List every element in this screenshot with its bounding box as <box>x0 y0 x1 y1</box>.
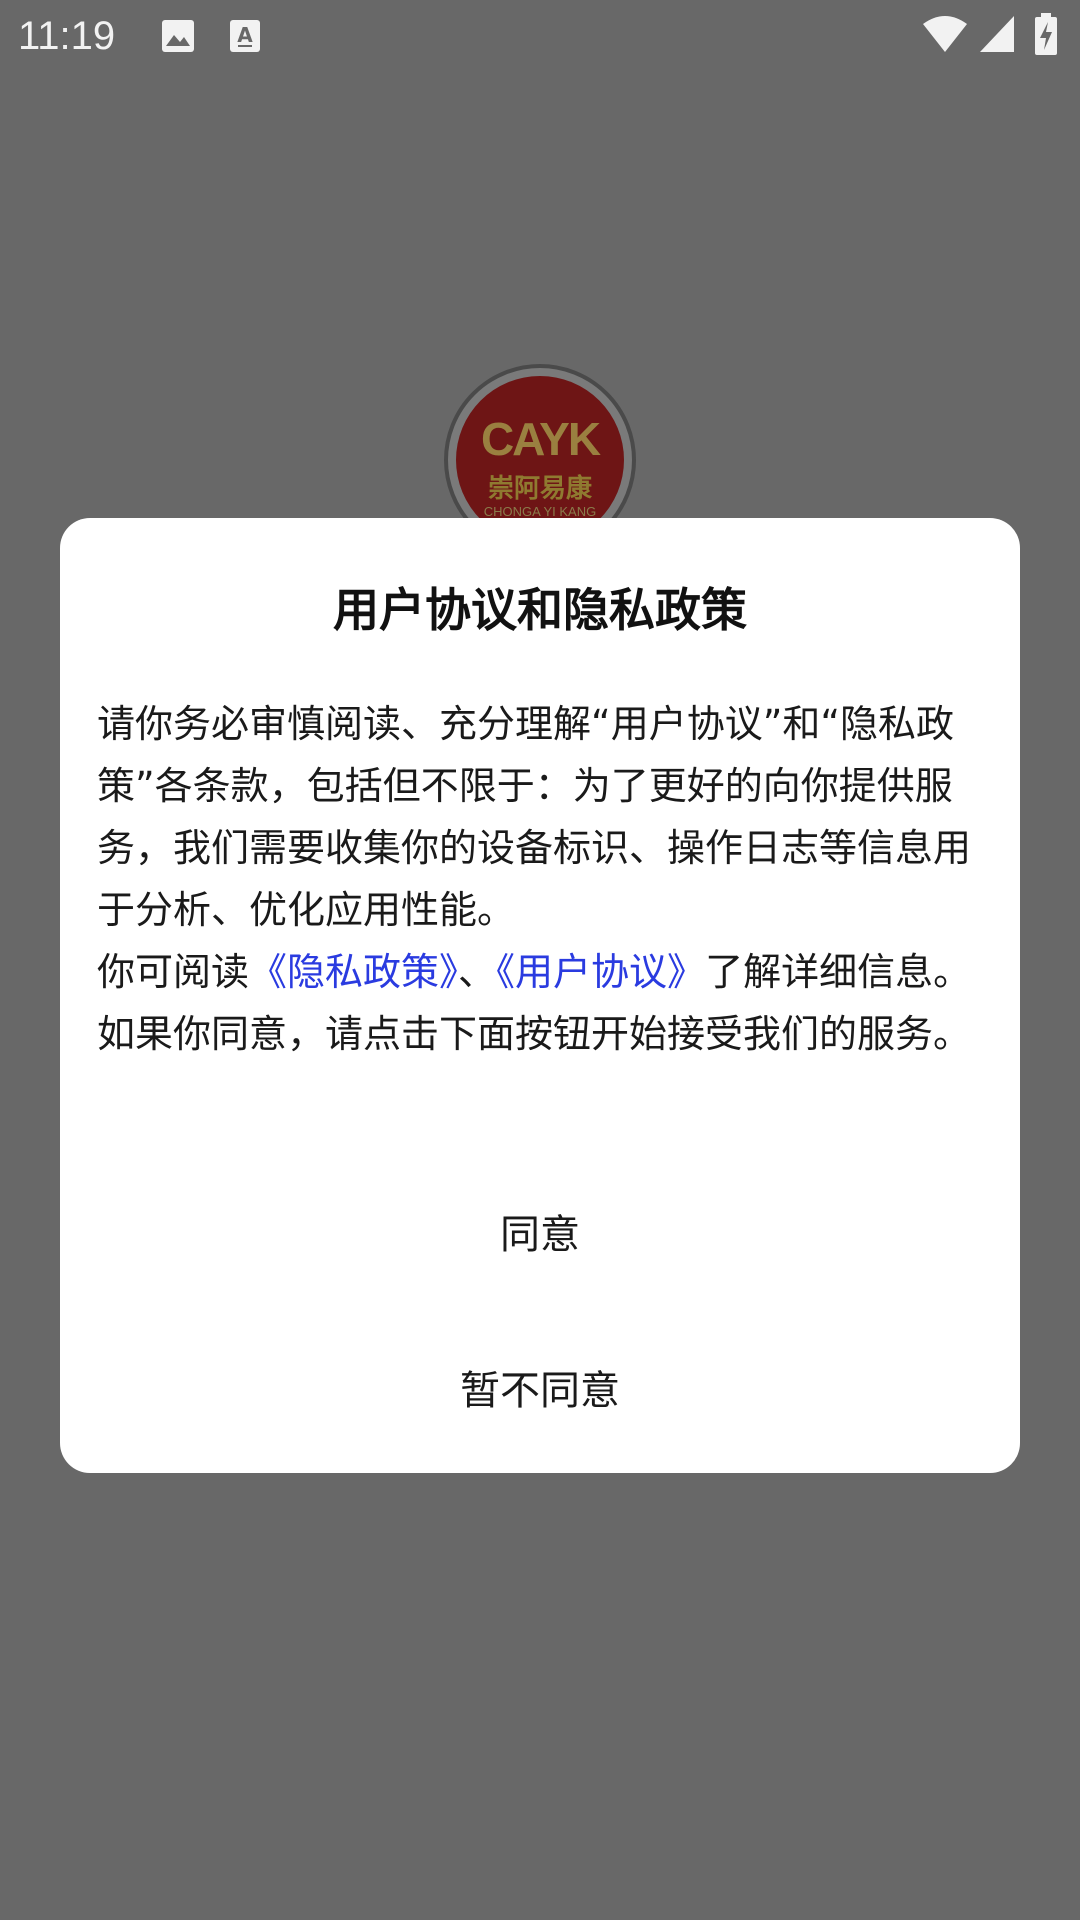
battery-charging-icon <box>1035 13 1057 55</box>
svg-text:A: A <box>237 23 253 47</box>
dialog-paragraph: 请你务必审慎阅读、充分理解“用户协议”和“隐私政策”各条款，包括但不限于：为了更… <box>97 702 972 932</box>
logo-name-cn: 崇阿易康 <box>487 474 592 504</box>
status-bar: 11:19 A <box>0 0 1080 72</box>
logo-brand: CAYK <box>480 413 601 465</box>
user-agreement-link[interactable]: 《用户协议》 <box>496 950 705 994</box>
signal-icon <box>980 16 1014 52</box>
wifi-icon <box>923 16 967 52</box>
privacy-dialog: 用户协议和隐私政策 请你务必审慎阅读、充分理解“用户协议”和“隐私政策”各条款，… <box>60 518 1020 1473</box>
image-icon <box>162 20 194 52</box>
status-time: 11:19 <box>18 14 116 58</box>
disagree-button[interactable]: 暂不同意 <box>60 1336 1020 1446</box>
agree-button[interactable]: 同意 <box>60 1180 1020 1290</box>
privacy-policy-link[interactable]: 《隐私政策》 <box>249 950 458 994</box>
dialog-title: 用户协议和隐私政策 <box>333 583 747 637</box>
links-separator: 、 <box>458 950 497 994</box>
dialog-paragraph-links: 你可阅读《隐私政策》、《用户协议》了解详细信息。如果你同意，请点击下面按钮开始接… <box>97 941 987 1065</box>
logo-name-en: CHONGA YI KANG <box>483 504 597 519</box>
dialog-body: 请你务必审慎阅读、充分理解“用户协议”和“隐私政策”各条款，包括但不限于：为了更… <box>97 693 987 1065</box>
text-a-icon: A <box>230 20 260 52</box>
links-prefix: 你可阅读 <box>97 950 250 994</box>
